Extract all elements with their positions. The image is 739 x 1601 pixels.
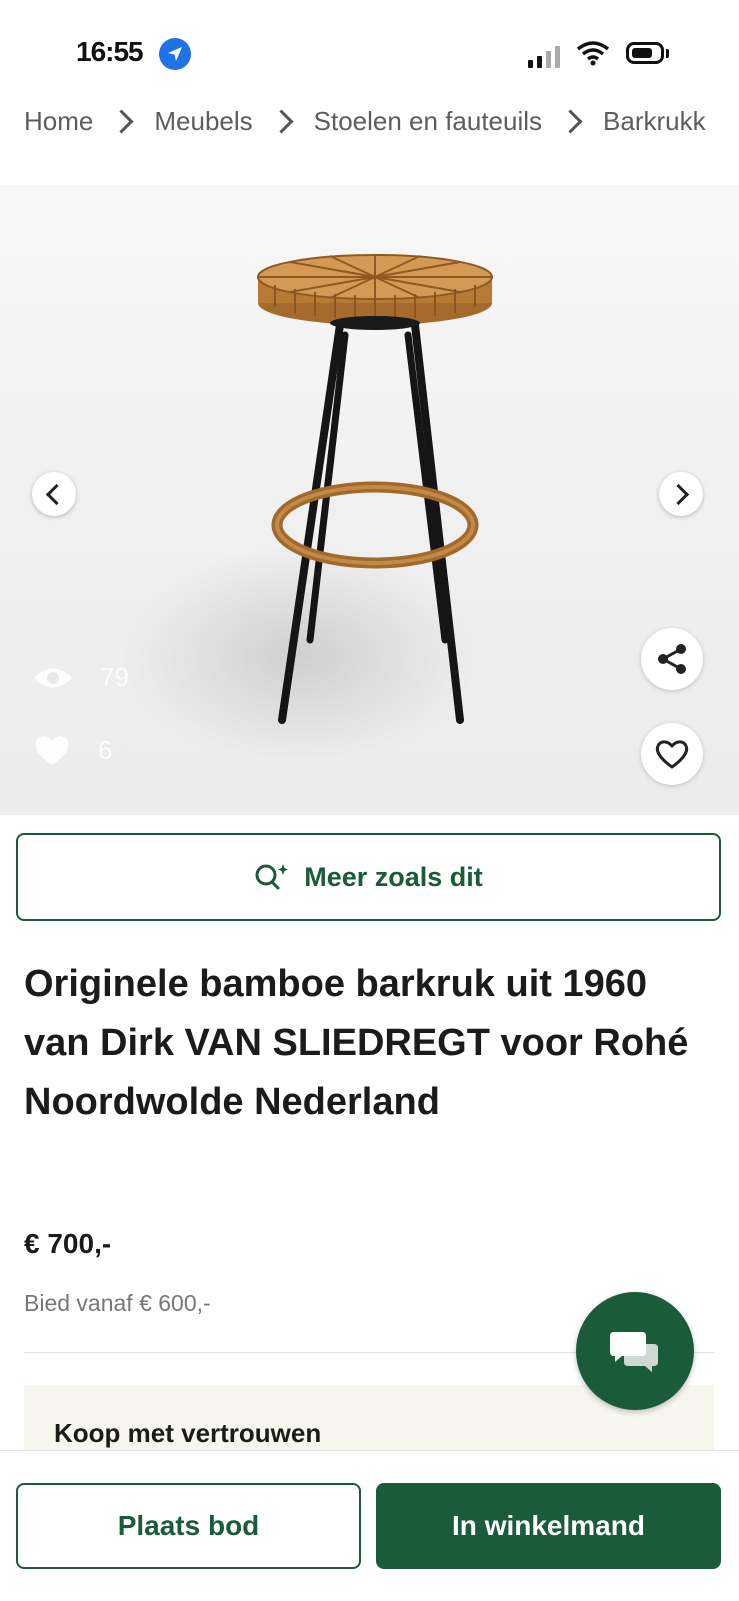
location-arrow-icon xyxy=(159,38,191,70)
breadcrumb-barkruk[interactable]: Barkrukk xyxy=(603,106,706,137)
breadcrumb-meubels[interactable]: Meubels xyxy=(154,106,252,137)
wifi-icon xyxy=(576,40,610,73)
breadcrumb-home[interactable]: Home xyxy=(24,106,93,137)
share-icon xyxy=(658,644,686,674)
view-count-value: 79 xyxy=(100,662,129,692)
search-sparkle-icon xyxy=(255,864,289,890)
heart-icon xyxy=(655,740,689,769)
product-image-gallery[interactable]: 79 6 xyxy=(0,185,739,815)
next-image-button[interactable] xyxy=(659,472,703,516)
more-like-this-label: Meer zoals dit xyxy=(304,861,483,892)
product-image-barstool xyxy=(257,254,493,724)
more-like-this-button[interactable]: Meer zoals dit xyxy=(16,833,721,921)
like-count: 6 xyxy=(32,732,112,768)
chevron-right-icon xyxy=(667,483,690,505)
bid-from-text: Bied vanaf € 600,- xyxy=(24,1290,211,1316)
view-count: 79 xyxy=(32,662,129,693)
chat-button[interactable] xyxy=(576,1292,694,1410)
previous-image-button[interactable] xyxy=(32,472,76,516)
favorite-button[interactable] xyxy=(641,723,703,785)
battery-icon xyxy=(626,42,664,64)
breadcrumb-stoelen[interactable]: Stoelen en fauteuils xyxy=(314,106,542,137)
eye-icon xyxy=(34,668,72,687)
trust-title: Koop met vertrouwen xyxy=(54,1418,322,1448)
signal-icon xyxy=(528,44,560,68)
product-price: € 700,- xyxy=(24,1228,112,1259)
like-count-value: 6 xyxy=(98,734,113,765)
place-bid-button[interactable]: Plaats bod xyxy=(16,1483,361,1569)
chevron-right-icon xyxy=(558,109,583,134)
chevron-right-icon xyxy=(109,109,134,134)
product-title: Originele bamboe barkruk uit 1960 van Di… xyxy=(24,963,689,1123)
heart-filled-icon xyxy=(35,736,69,765)
battery-cap xyxy=(666,49,669,58)
chevron-right-icon xyxy=(269,109,294,134)
chat-icon xyxy=(610,1332,658,1372)
share-button[interactable] xyxy=(641,628,703,690)
chevron-left-icon xyxy=(45,483,68,505)
breadcrumb: Home Meubels Stoelen en fauteuils Barkru… xyxy=(24,106,706,137)
status-time: 16:55 xyxy=(76,36,144,67)
add-to-cart-button[interactable]: In winkelmand xyxy=(376,1483,721,1569)
